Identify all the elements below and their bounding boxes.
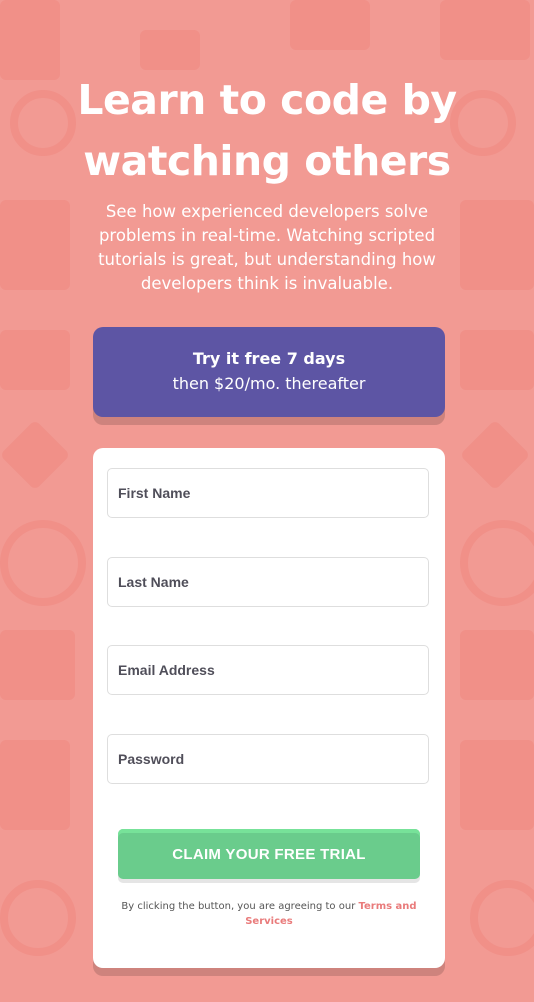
email-input[interactable] — [107, 645, 429, 695]
promo-banner: Try it free 7 days then $20/mo. thereaft… — [93, 327, 445, 417]
promo-subtext: then $20/mo. thereafter — [172, 374, 366, 393]
first-name-input[interactable] — [107, 468, 429, 518]
terms-notice: By clicking the button, you are agreeing… — [113, 899, 425, 929]
promo-headline: Try it free 7 days — [192, 349, 346, 368]
terms-text: By clicking the button, you are agreeing… — [121, 901, 359, 912]
signup-form: CLAIM YOUR FREE TRIAL By clicking the bu… — [93, 448, 445, 968]
last-name-input[interactable] — [107, 557, 429, 607]
page-title: Learn to code by watching others — [77, 76, 457, 185]
hero-description: See how experienced developers solve pro… — [98, 202, 436, 293]
claim-trial-button[interactable]: CLAIM YOUR FREE TRIAL — [118, 829, 420, 879]
password-input[interactable] — [107, 734, 429, 784]
